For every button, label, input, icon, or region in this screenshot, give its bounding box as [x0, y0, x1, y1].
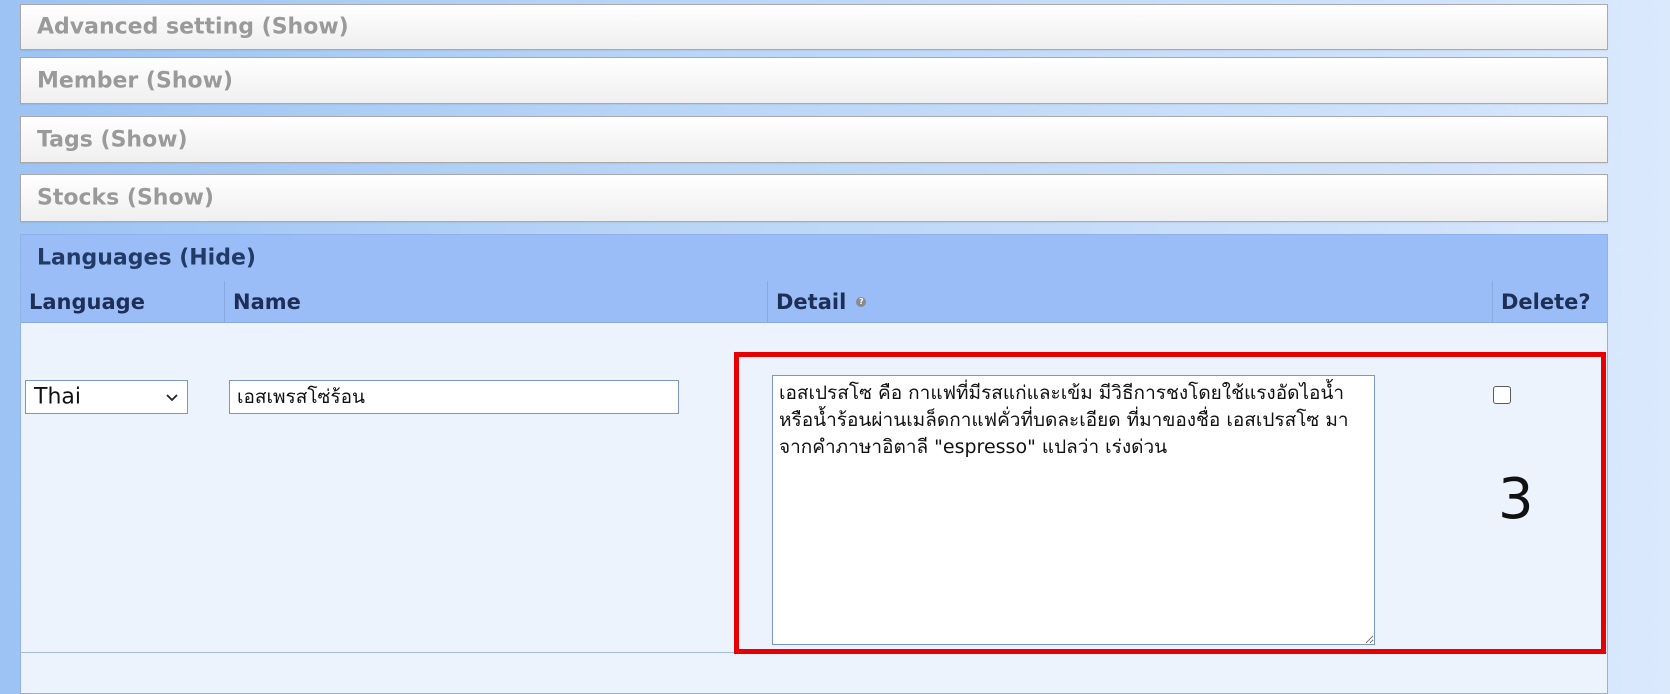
column-label-detail: Detail: [776, 289, 847, 314]
languages-toggle[interactable]: Languages (Hide): [37, 246, 256, 271]
delete-checkbox[interactable]: [1493, 386, 1511, 404]
member-toggle[interactable]: Member (Show): [37, 68, 233, 93]
column-header-delete: Delete?: [1493, 281, 1607, 323]
detail-textarea[interactable]: เอสเปรสโซ คือ กาแฟที่มีรสแก่และเข้ม มีวิ…: [772, 375, 1375, 645]
step-number-label: 3: [1498, 467, 1534, 532]
stocks-panel[interactable]: Stocks (Show): [20, 174, 1608, 222]
advanced-setting-toggle[interactable]: Advanced setting (Show): [37, 15, 349, 40]
column-label-language: Language: [29, 289, 145, 314]
column-label-name: Name: [233, 289, 301, 314]
tags-toggle[interactable]: Tags (Show): [37, 127, 188, 152]
column-label-detail-wrap: Detail?: [776, 289, 867, 314]
tags-panel[interactable]: Tags (Show): [20, 116, 1608, 163]
chevron-down-icon: [166, 394, 178, 402]
column-label-delete: Delete?: [1501, 289, 1591, 314]
column-header-detail: Detail?: [768, 281, 1493, 323]
language-select-value: Thai: [34, 384, 81, 410]
member-panel[interactable]: Member (Show): [20, 57, 1608, 104]
languages-header[interactable]: Languages (Hide): [21, 235, 1607, 282]
row-divider: [20, 652, 1608, 653]
advanced-setting-panel[interactable]: Advanced setting (Show): [20, 4, 1608, 50]
column-header-language: Language: [21, 281, 225, 323]
help-icon[interactable]: ?: [856, 296, 867, 307]
column-header-name: Name: [225, 281, 768, 323]
name-input[interactable]: [229, 380, 679, 414]
language-select[interactable]: Thai: [25, 380, 188, 414]
stocks-toggle[interactable]: Stocks (Show): [37, 186, 214, 211]
